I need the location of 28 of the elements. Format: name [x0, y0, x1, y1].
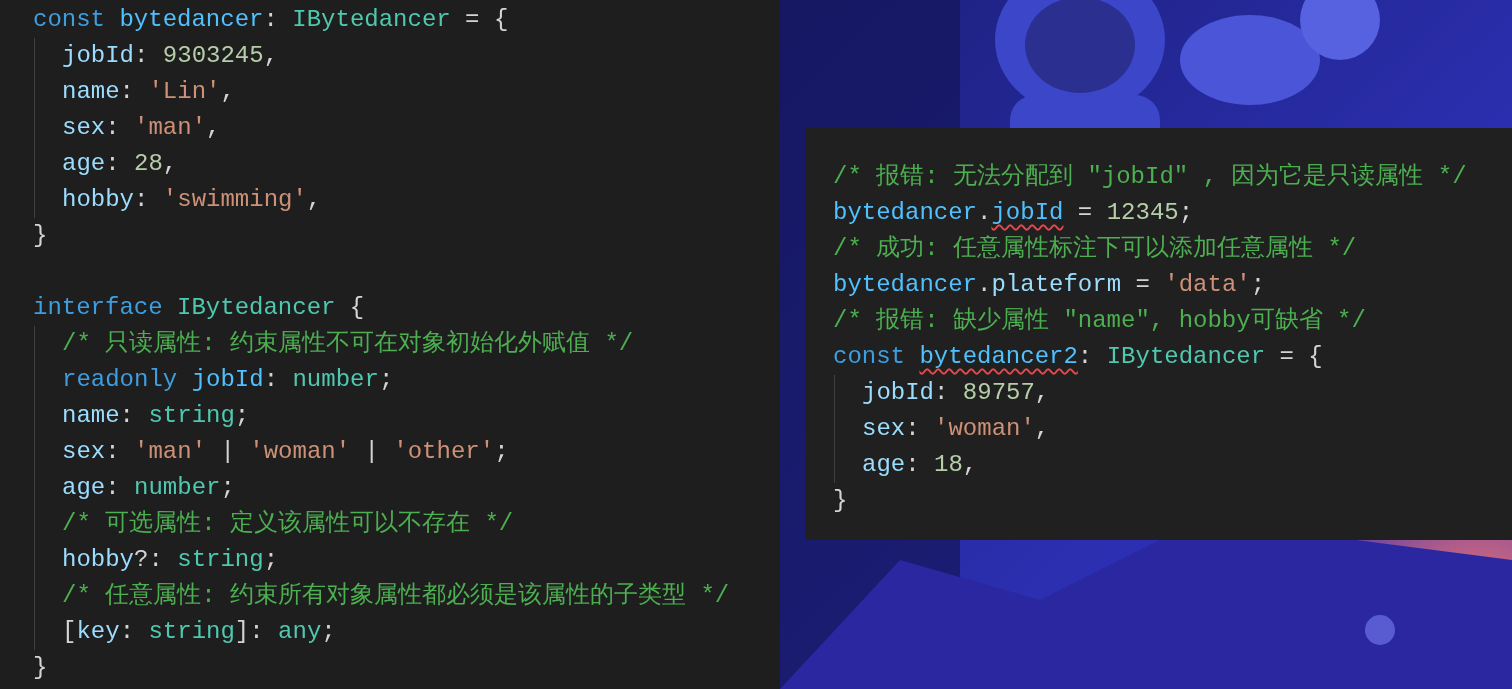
code-line: }	[33, 221, 48, 251]
code-line: }	[833, 486, 848, 516]
code-line: sex: 'man' | 'woman' | 'other';	[62, 437, 509, 467]
code-line: hobby: 'swimming',	[62, 185, 322, 215]
code-line: jobId: 89757,	[862, 378, 1050, 408]
code-line: [key: string]: any;	[62, 617, 336, 647]
code-line: /* 可选属性: 定义该属性可以不存在 */	[62, 509, 514, 539]
code-line: age: 28,	[62, 149, 178, 179]
code-line: /* 任意属性: 约束所有对象属性都必须是该属性的子类型 */	[62, 581, 730, 611]
code-line: /* 报错: 缺少属性 "name", hobby可缺省 */	[833, 306, 1366, 336]
code-line: bytedancer.plateform = 'data';	[833, 270, 1266, 300]
code-line: readonly jobId: number;	[62, 365, 394, 395]
code-line: /* 只读属性: 约束属性不可在对象初始化外赋值 */	[62, 329, 634, 359]
code-line: age: number;	[62, 473, 235, 503]
code-line: const bytedancer: IBytedancer = {	[33, 5, 509, 35]
code-line: }	[33, 653, 48, 683]
code-line: /* 报错: 无法分配到 "jobId" , 因为它是只读属性 */	[833, 161, 1467, 192]
code-line: age: 18,	[862, 450, 978, 480]
code-line: hobby?: string;	[62, 545, 279, 575]
code-line: sex: 'woman',	[862, 414, 1050, 444]
code-line: interface IBytedancer {	[33, 293, 365, 323]
code-line: jobId: 9303245,	[62, 41, 279, 71]
code-line: name: string;	[62, 401, 250, 431]
code-line: name: 'Lin',	[62, 77, 235, 107]
code-line: sex: 'man',	[62, 113, 221, 143]
code-line: /* 成功: 任意属性标注下可以添加任意属性 */	[833, 234, 1357, 264]
code-line: const bytedancer2: IBytedancer = {	[833, 342, 1323, 372]
code-line: bytedancer.jobId = 12345;	[833, 198, 1194, 228]
